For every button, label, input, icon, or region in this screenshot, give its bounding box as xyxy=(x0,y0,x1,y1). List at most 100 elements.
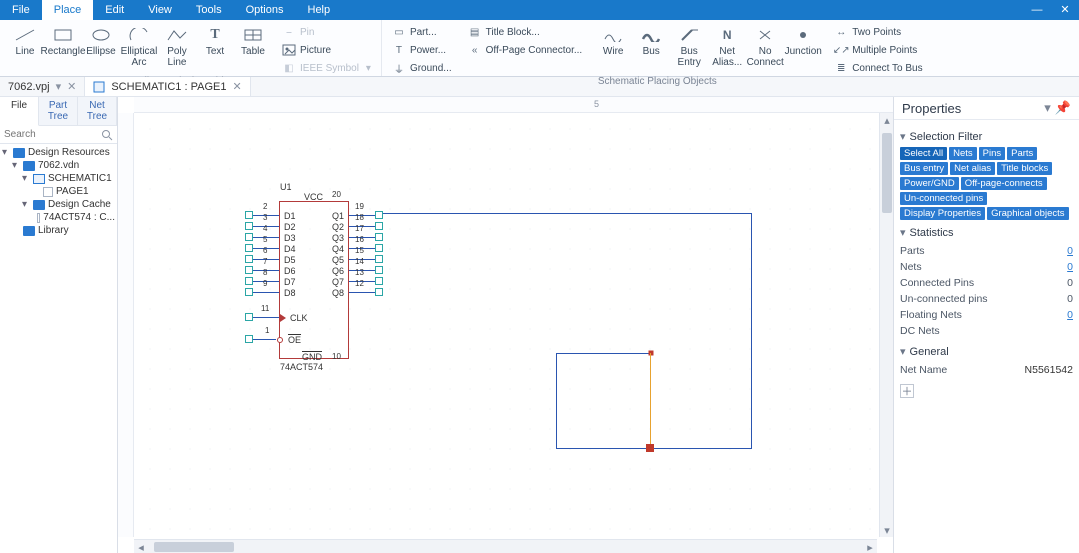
part-u1[interactable]: U1 74ACT574 VCC 20 GND 10 D1D2D3D4D5D6D7… xyxy=(279,201,349,359)
pin-port[interactable] xyxy=(375,211,383,219)
ribbon-title-block[interactable]: ▤Title Block... xyxy=(464,24,587,40)
panel-pin-icon[interactable]: 📌 xyxy=(1055,100,1071,116)
ribbon-offpage[interactable]: «Off-Page Connector... xyxy=(464,42,587,58)
panel-menu-icon[interactable]: ▾ xyxy=(1044,100,1051,116)
menu-options[interactable]: Options xyxy=(234,0,296,20)
pin-port[interactable] xyxy=(375,277,383,285)
doc-tab-project[interactable]: 7062.vpj ▾ ✕ xyxy=(0,77,85,96)
scroll-thumb-h[interactable] xyxy=(154,542,234,552)
window-close[interactable]: ✕ xyxy=(1051,0,1079,20)
pin-port[interactable] xyxy=(375,233,383,241)
menu-edit[interactable]: Edit xyxy=(93,0,136,20)
section-selection-filter[interactable]: ▾Selection Filter xyxy=(900,130,1073,143)
pin-port[interactable] xyxy=(245,335,253,343)
menu-help[interactable]: Help xyxy=(296,0,343,20)
filter-tag[interactable]: Display Properties xyxy=(900,207,985,220)
menu-file[interactable]: File xyxy=(0,0,42,20)
window-minimize[interactable]: — xyxy=(1023,0,1051,20)
pin-port[interactable] xyxy=(375,244,383,252)
tree-design-resources[interactable]: ▾Design Resources xyxy=(2,146,115,159)
tree-schematic[interactable]: ▾SCHEMATIC1 xyxy=(2,172,115,185)
net-name-value[interactable]: N5561542 xyxy=(1025,364,1073,376)
ribbon-text[interactable]: TText xyxy=(196,22,234,57)
stat-value[interactable]: 0 xyxy=(1067,261,1073,273)
ribbon-multiple-points[interactable]: ↙↗Multiple Points xyxy=(830,42,926,58)
net-left-top[interactable] xyxy=(556,353,651,354)
filter-tag[interactable]: Select All xyxy=(900,147,947,160)
tree-project-file[interactable]: ▾7062.vdn xyxy=(2,159,115,172)
section-statistics[interactable]: ▾Statistics xyxy=(900,226,1073,239)
ribbon-wire[interactable]: Wire xyxy=(594,22,632,68)
filter-tag[interactable]: Pins xyxy=(979,147,1005,160)
net-right-v[interactable] xyxy=(751,213,752,448)
net-dangling[interactable] xyxy=(650,353,651,448)
pin-port[interactable] xyxy=(245,233,253,241)
search-icon[interactable] xyxy=(101,129,113,141)
pin-port[interactable] xyxy=(375,255,383,263)
section-general[interactable]: ▾General xyxy=(900,345,1073,358)
ribbon-ellipse[interactable]: Ellipse xyxy=(82,22,120,57)
filter-tag[interactable]: Net alias xyxy=(950,162,995,175)
pin-port[interactable] xyxy=(245,313,253,321)
ribbon-ground[interactable]: ⏚Ground... xyxy=(388,60,456,76)
filter-tag[interactable]: Power/GND xyxy=(900,177,959,190)
scrollbar-horizontal[interactable]: ◂ ▸ xyxy=(134,539,877,553)
tree-page[interactable]: PAGE1 xyxy=(2,185,115,198)
filter-tag[interactable]: Title blocks xyxy=(997,162,1052,175)
pin-port[interactable] xyxy=(245,211,253,219)
close-icon[interactable]: ✕ xyxy=(67,80,76,93)
tree-library[interactable]: Library xyxy=(2,224,115,237)
ribbon-line[interactable]: Line xyxy=(6,22,44,57)
ribbon-polyline[interactable]: Poly Line xyxy=(158,22,196,68)
scroll-right-icon[interactable]: ▸ xyxy=(863,540,877,553)
ribbon-pin[interactable]: ⎯Pin xyxy=(278,24,375,40)
pin-port[interactable] xyxy=(245,266,253,274)
ribbon-connect-to-bus[interactable]: ≣Connect To Bus xyxy=(830,60,926,76)
pin-port[interactable] xyxy=(245,277,253,285)
ribbon-elliptical-arc[interactable]: Elliptical Arc xyxy=(120,22,158,68)
ribbon-net-alias[interactable]: NNet Alias... xyxy=(708,22,746,68)
ribbon-two-points[interactable]: ↔Two Points xyxy=(830,24,926,40)
net-top[interactable] xyxy=(382,213,752,214)
search-input[interactable] xyxy=(0,126,117,143)
ribbon-ieee-symbol[interactable]: ◧IEEE Symbol▾ xyxy=(278,60,375,76)
tab-part-tree[interactable]: Part Tree xyxy=(39,97,78,125)
pin-port[interactable] xyxy=(375,222,383,230)
scroll-thumb-v[interactable] xyxy=(882,133,892,213)
filter-tag[interactable]: Bus entry xyxy=(900,162,948,175)
filter-tag[interactable]: Un-connected pins xyxy=(900,192,987,205)
ribbon-picture[interactable]: Picture xyxy=(278,42,375,58)
menu-tools[interactable]: Tools xyxy=(184,0,234,20)
pin-port[interactable] xyxy=(245,244,253,252)
tree-cache-item[interactable]: 74ACT574 : C... xyxy=(2,211,115,224)
scroll-left-icon[interactable]: ◂ xyxy=(134,540,148,553)
filter-tag[interactable]: Graphical objects xyxy=(987,207,1068,220)
tab-net-tree[interactable]: Net Tree xyxy=(78,97,117,125)
ribbon-rectangle[interactable]: Rectangle xyxy=(44,22,82,57)
pin-wire[interactable] xyxy=(349,292,375,293)
pin-port[interactable] xyxy=(245,288,253,296)
drag-handle[interactable] xyxy=(646,444,654,452)
ribbon-bus-entry[interactable]: Bus Entry xyxy=(670,22,708,68)
pin-icon[interactable]: ▾ xyxy=(56,80,62,93)
pin-wire[interactable] xyxy=(253,317,279,318)
pin-wire[interactable] xyxy=(253,292,279,293)
tab-file[interactable]: File xyxy=(0,97,39,126)
menu-view[interactable]: View xyxy=(136,0,184,20)
filter-tag[interactable]: Nets xyxy=(949,147,977,160)
ribbon-no-connect[interactable]: No Connect xyxy=(746,22,784,68)
doc-tab-page[interactable]: SCHEMATIC1 : PAGE1 ✕ xyxy=(85,77,250,96)
stat-value[interactable]: 0 xyxy=(1067,309,1073,321)
pin-port[interactable] xyxy=(245,255,253,263)
menu-place[interactable]: Place xyxy=(42,0,94,20)
ribbon-junction[interactable]: Junction xyxy=(784,22,822,68)
add-property-button[interactable]: ＋ xyxy=(900,384,914,398)
scroll-down-icon[interactable]: ▾ xyxy=(880,523,893,537)
pin-port[interactable] xyxy=(375,288,383,296)
pin-wire[interactable] xyxy=(253,339,276,340)
net-left-v[interactable] xyxy=(556,353,557,448)
filter-tag[interactable]: Parts xyxy=(1007,147,1037,160)
ribbon-table[interactable]: Table xyxy=(234,22,272,57)
stat-value[interactable]: 0 xyxy=(1067,245,1073,257)
scrollbar-vertical[interactable]: ▴ ▾ xyxy=(879,113,893,537)
